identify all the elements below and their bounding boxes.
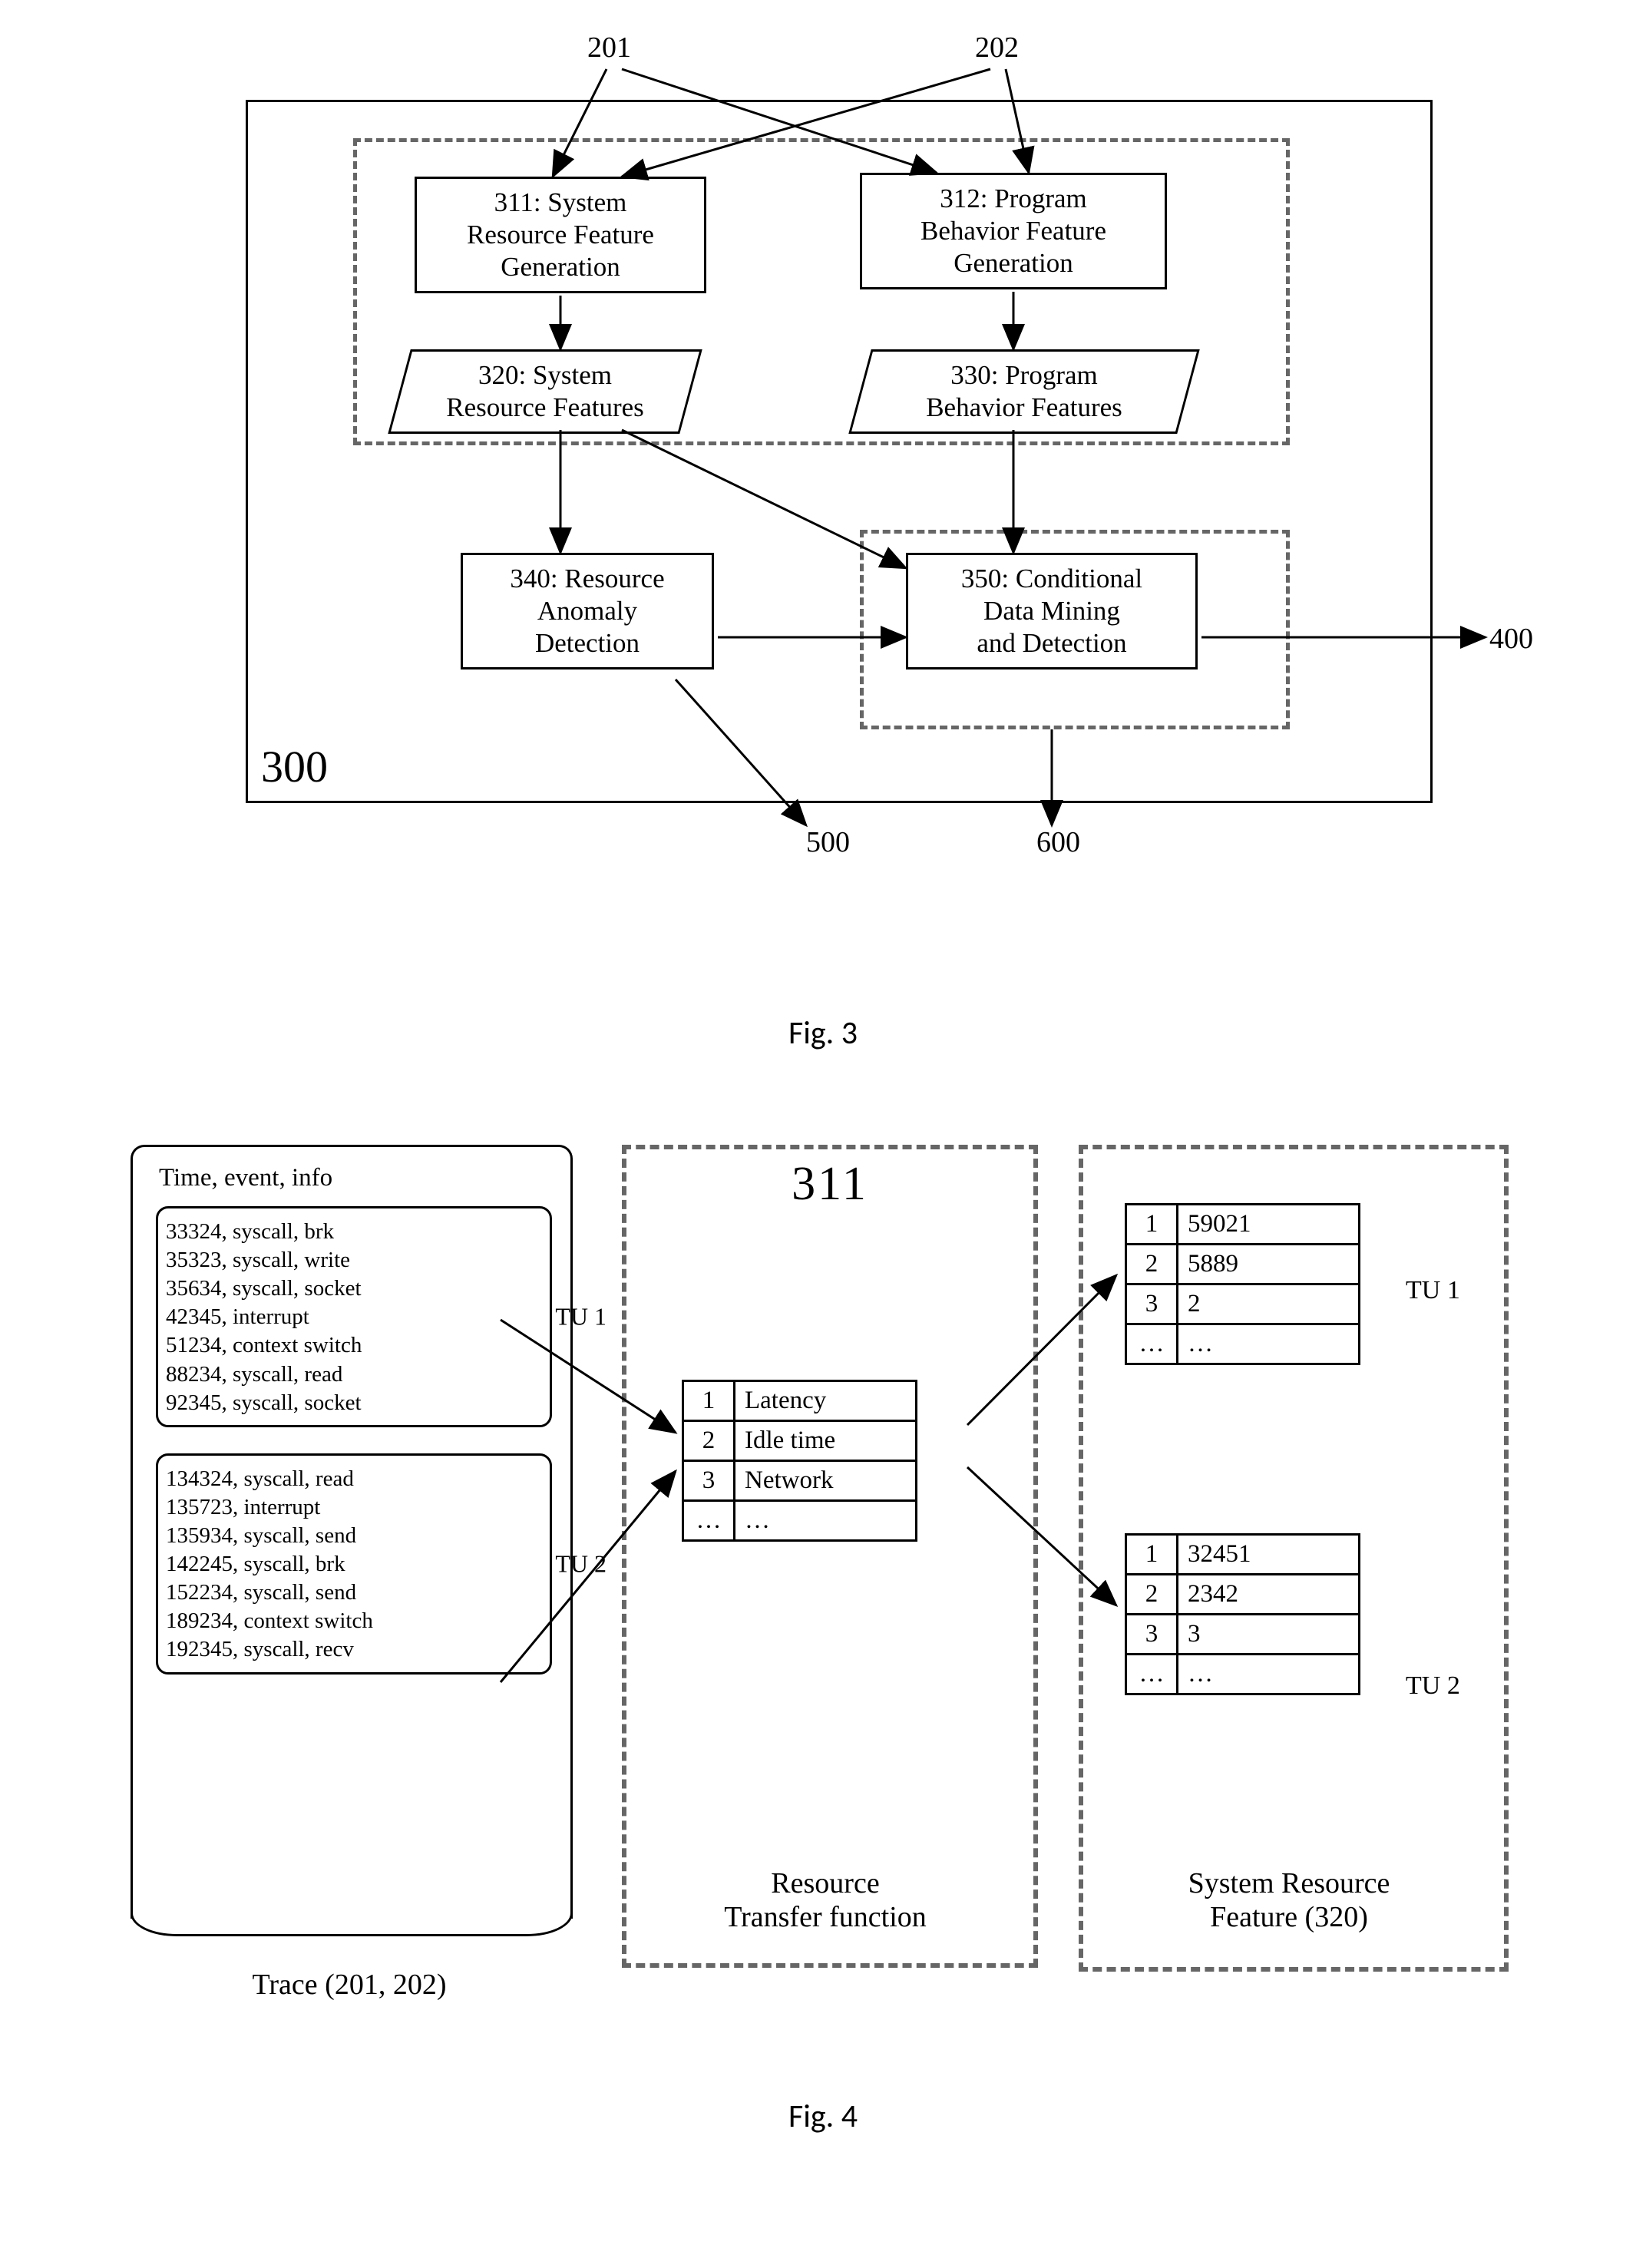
right-tu1-label: TU 1: [1406, 1276, 1460, 1305]
trace-header: Time, event, info: [133, 1147, 570, 1195]
node-320: 320: System Resource Features: [388, 349, 702, 434]
node-340-id: 340: [510, 564, 550, 593]
out-400-label: 400: [1489, 622, 1533, 656]
input-201-label: 201: [587, 31, 631, 64]
out-600-label: 600: [1036, 825, 1080, 859]
node-312: 312: Program Behavior Feature Generation: [860, 173, 1167, 289]
feature-table-tu2: 1324512234233……: [1125, 1533, 1360, 1695]
transfer-table: 1Latency2Idle time3Network……: [682, 1380, 917, 1542]
tu2-label: TU 2: [555, 1548, 607, 1579]
right-caption: System Resource Feature (320): [1079, 1866, 1499, 1934]
node-350-id: 350: [961, 564, 1002, 593]
mid-panel-311: 311 1Latency2Idle time3Network……: [622, 1145, 1038, 1968]
trace-tu2: TU 2 134324, syscall, read135723, interr…: [156, 1453, 552, 1675]
node-330: 330: Program Behavior Features: [848, 349, 1199, 434]
node-320-id: 320: [478, 360, 519, 390]
node-330-id: 330: [950, 360, 991, 390]
trace-tu1: TU 1 33324, syscall, brk35323, syscall, …: [156, 1206, 552, 1427]
input-202-label: 202: [975, 31, 1019, 64]
figure-4: Time, event, info TU 1 33324, syscall, b…: [31, 1145, 1615, 2066]
right-tu2-label: TU 2: [1406, 1671, 1460, 1701]
figure-4-caption: Fig. 4: [31, 2097, 1615, 2136]
node-311-id: 311: [494, 187, 534, 217]
node-350: 350: Conditional Data Mining and Detecti…: [906, 553, 1198, 669]
out-500-label: 500: [806, 825, 850, 859]
node-312-id: 312: [940, 183, 980, 213]
figure-3-caption: Fig. 3: [31, 1013, 1615, 1053]
right-panel-320: 1590212588932…… TU 1 1324512234233…… TU …: [1079, 1145, 1509, 1972]
trace-panel: Time, event, info TU 1 33324, syscall, b…: [131, 1145, 573, 1919]
feature-table-tu1: 1590212588932……: [1125, 1203, 1360, 1365]
mid-caption: Resource Transfer function: [622, 1866, 1029, 1934]
figure-3: 201 202 311: System Resource Feature Gen…: [31, 31, 1615, 1013]
trace-caption: Trace (201, 202): [131, 1968, 568, 2002]
node-320-title: System Resource Features: [446, 360, 644, 422]
node-311: 311: System Resource Feature Generation: [415, 177, 706, 293]
node-340-title: Resource Anomaly Detection: [535, 564, 665, 658]
label-300: 300: [261, 741, 328, 792]
tu1-label: TU 1: [555, 1301, 607, 1332]
node-340: 340: Resource Anomaly Detection: [461, 553, 714, 669]
mid-panel-title: 311: [626, 1149, 1033, 1212]
node-350-title: Conditional Data Mining and Detection: [977, 564, 1142, 658]
